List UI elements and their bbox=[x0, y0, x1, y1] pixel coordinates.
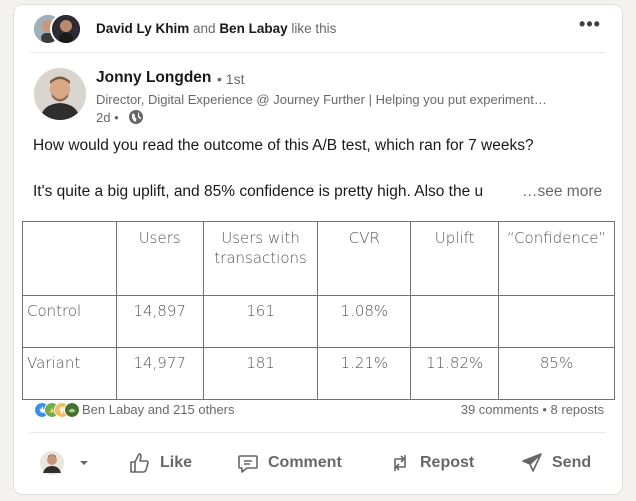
action-bar: Like Comment Repost Send bbox=[14, 437, 622, 489]
user-avatar-icon bbox=[40, 451, 64, 475]
table-cell: 14,897 bbox=[115, 295, 204, 348]
table-row: Control 14,897 161 1.08% bbox=[22, 295, 615, 348]
avatar bbox=[50, 13, 82, 45]
table-cell bbox=[498, 295, 615, 348]
table-cell: 181 bbox=[202, 347, 319, 400]
table-header-cell: Uplift bbox=[410, 221, 500, 296]
table-cell bbox=[410, 295, 500, 348]
social-counts-bar: Ben Labay and 215 others 39 comments • 8… bbox=[14, 395, 622, 425]
table-header-cell: “Confidence” bbox=[498, 221, 615, 296]
table-header-cell bbox=[22, 221, 117, 296]
connection-degree: • 1st bbox=[217, 71, 245, 87]
comment-icon bbox=[238, 455, 258, 473]
send-icon bbox=[522, 453, 542, 472]
table-cell: Variant bbox=[22, 347, 117, 400]
table-cell: 85% bbox=[498, 347, 615, 400]
reaction-icons[interactable] bbox=[34, 402, 80, 418]
send-label: Send bbox=[552, 454, 592, 471]
repost-button[interactable]: Repost bbox=[388, 445, 474, 481]
reactor-switcher[interactable] bbox=[40, 445, 90, 481]
table-header-row: Users Users with transactions CVR Uplift… bbox=[22, 221, 615, 296]
chevron-down-icon bbox=[80, 461, 88, 465]
comments-reposts-count[interactable]: 39 comments • 8 reposts bbox=[461, 402, 604, 417]
table-cell: 11.82% bbox=[410, 347, 500, 400]
liker-name[interactable]: Ben Labay bbox=[219, 21, 287, 36]
table-header-cell: Users with transactions bbox=[202, 221, 319, 296]
author-headline[interactable]: Director, Digital Experience @ Journey F… bbox=[96, 92, 601, 107]
liker-avatars[interactable] bbox=[32, 13, 84, 45]
reactions-summary[interactable]: Ben Labay and 215 others bbox=[82, 402, 235, 417]
repost-icon bbox=[394, 455, 406, 471]
post-timestamp: 2d • bbox=[96, 110, 119, 125]
like-label: Like bbox=[160, 454, 193, 471]
liker-name[interactable]: David Ly Khim bbox=[96, 21, 189, 36]
author-name[interactable]: Jonny Longden bbox=[96, 69, 211, 87]
post-text-line: How would you read the outcome of this A… bbox=[33, 137, 534, 154]
connector-text: and bbox=[189, 21, 220, 36]
table-cell: 14,977 bbox=[115, 347, 204, 400]
table-header-cell: CVR bbox=[317, 221, 412, 296]
divider bbox=[30, 432, 606, 433]
author-avatar[interactable] bbox=[34, 68, 86, 120]
social-context-bar: David Ly Khim and Ben Labay like this ••… bbox=[14, 5, 622, 52]
social-context-text: David Ly Khim and Ben Labay like this bbox=[96, 21, 336, 36]
more-options-icon[interactable]: ••• bbox=[578, 15, 602, 37]
ab-test-table: Users Users with transactions CVR Uplift… bbox=[22, 221, 615, 400]
table-cell: 1.08% bbox=[317, 295, 412, 348]
comment-button[interactable]: Comment bbox=[236, 445, 342, 481]
send-button[interactable]: Send bbox=[520, 445, 591, 481]
support-icon bbox=[64, 402, 80, 418]
repost-label: Repost bbox=[420, 454, 475, 471]
post-image[interactable]: Users Users with transactions CVR Uplift… bbox=[14, 213, 622, 400]
thumbs-up-icon bbox=[130, 453, 149, 473]
table-cell: 1.21% bbox=[317, 347, 412, 400]
globe-icon bbox=[129, 110, 143, 124]
see-more-link[interactable]: …see more bbox=[522, 183, 603, 201]
table-row: Variant 14,977 181 1.21% 11.82% 85% bbox=[22, 347, 615, 400]
divider bbox=[30, 52, 606, 53]
table-cell: 161 bbox=[202, 295, 319, 348]
table-header-cell: Users bbox=[115, 221, 204, 296]
comment-label: Comment bbox=[268, 454, 342, 471]
post-text-line: It's quite a big uplift, and 85% confide… bbox=[33, 183, 484, 200]
like-button[interactable]: Like bbox=[128, 445, 192, 481]
table-cell: Control bbox=[22, 295, 117, 348]
social-suffix: like this bbox=[287, 21, 337, 36]
feed-post-card: David Ly Khim and Ben Labay like this ••… bbox=[14, 5, 622, 494]
